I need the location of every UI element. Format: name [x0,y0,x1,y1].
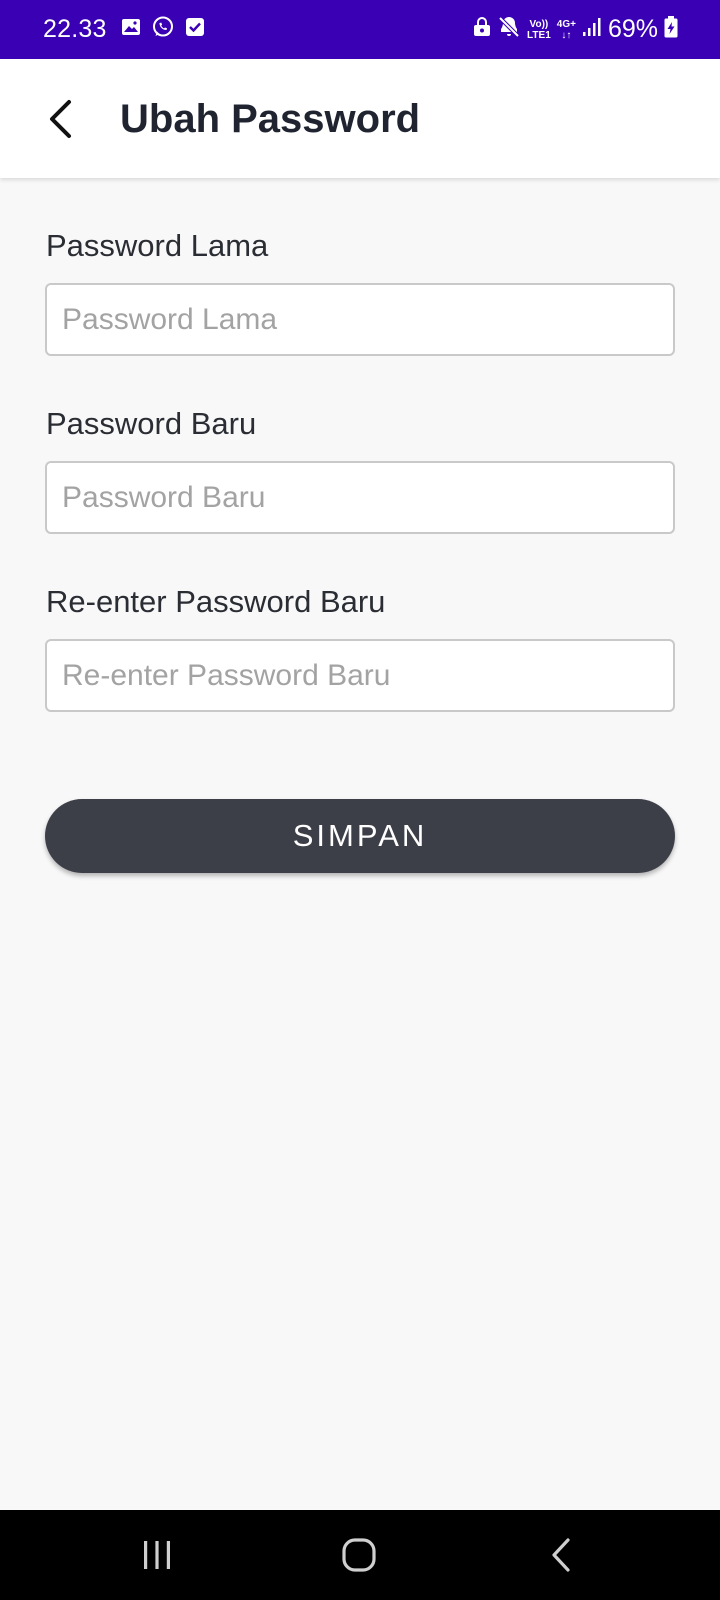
signal-icon [582,17,602,42]
nav-back-button[interactable] [531,1530,591,1580]
status-left-group: 22.33 [43,0,205,59]
volte-bottom-text: LTE1 [527,29,551,41]
new-password-input[interactable] [45,461,675,534]
mute-icon [497,16,521,43]
recent-apps-icon [144,1541,170,1569]
system-nav-bar [0,1510,720,1600]
home-button[interactable] [329,1530,389,1580]
volte-icon: Vo)) LTE1 [527,19,551,41]
save-button[interactable]: SIMPAN [45,799,675,873]
network-type-text: 4G+ [556,18,576,30]
volte-top-text: Vo)) [529,18,549,30]
battery-charging-icon [664,16,678,43]
network-arrows-text: ↓↑ [561,29,572,41]
back-arrow-icon [50,100,71,138]
page-title: Ubah Password [120,97,421,141]
back-icon [552,1538,570,1572]
gallery-icon [121,17,141,42]
secure-folder-icon [473,17,491,42]
battery-percent: 69% [607,15,658,43]
recent-apps-button[interactable] [127,1530,187,1580]
checkbox-icon [185,17,205,42]
new-password-label: Password Baru [46,406,257,441]
status-bar: 22.33 Vo)) LTE1 4G+ ↓↑ 69% [0,0,720,59]
old-password-label: Password Lama [46,228,269,263]
status-right-group: Vo)) LTE1 4G+ ↓↑ 69% [473,0,678,59]
whatsapp-icon [151,15,175,44]
back-button[interactable] [40,97,80,141]
app-bar: Ubah Password [0,59,720,178]
status-time: 22.33 [43,15,107,43]
confirm-password-label: Re-enter Password Baru [46,584,386,619]
home-icon [342,1538,376,1572]
network-4g-icon: 4G+ ↓↑ [557,19,576,41]
confirm-password-input[interactable] [45,639,675,712]
old-password-input[interactable] [45,283,675,356]
